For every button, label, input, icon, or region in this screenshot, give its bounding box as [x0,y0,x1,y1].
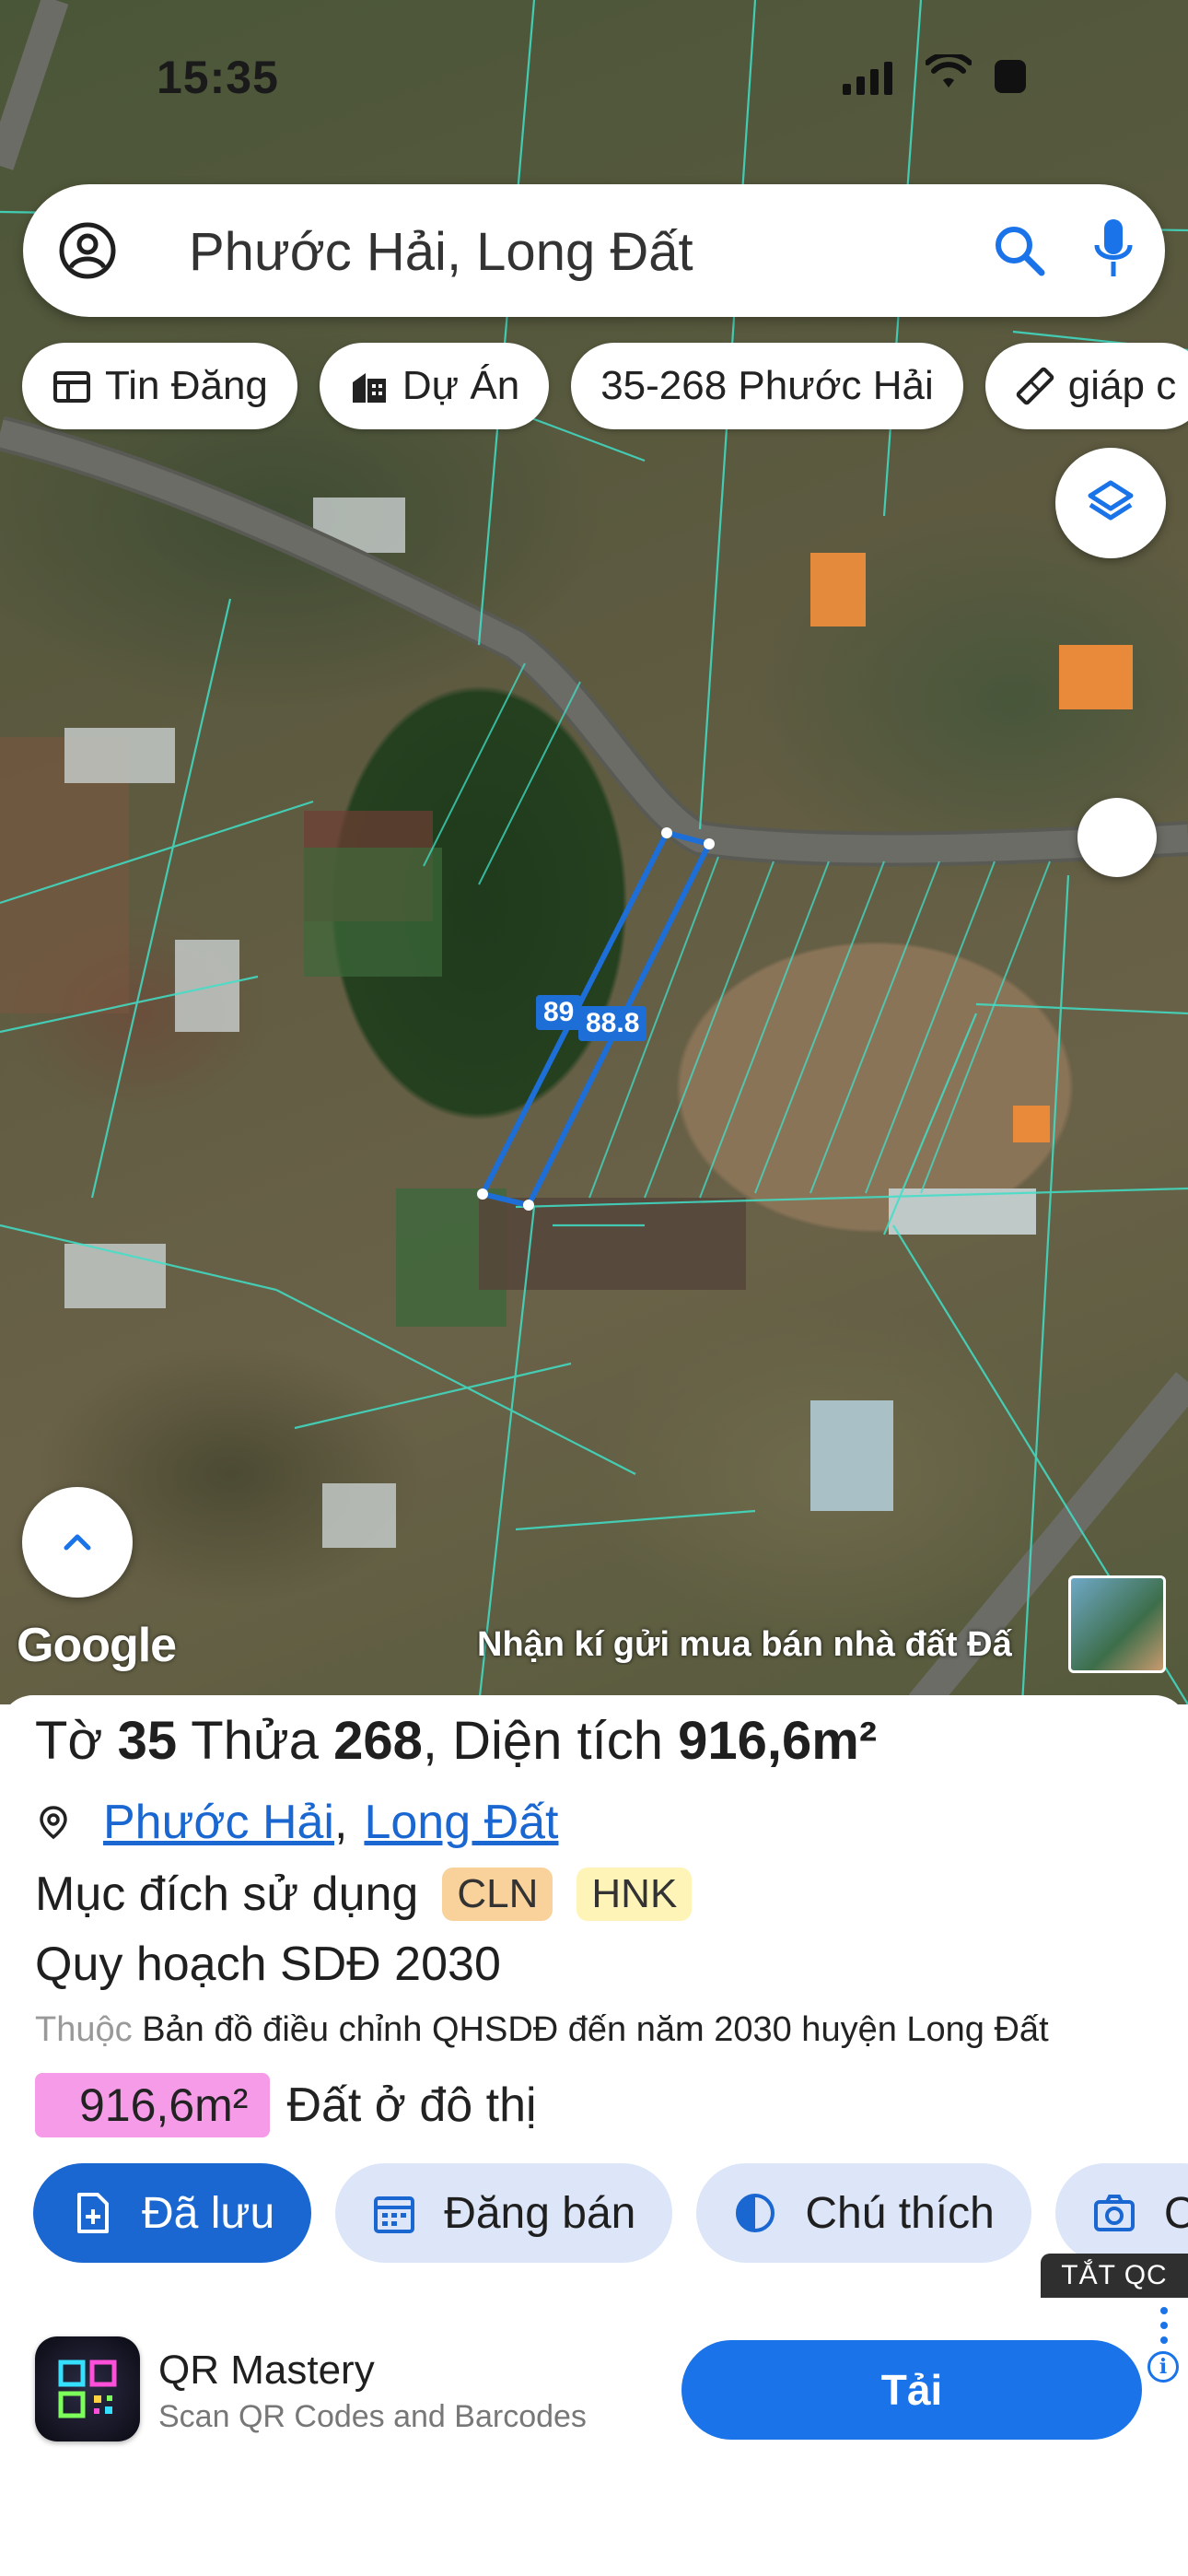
area-value: 916,6m² [678,1711,878,1771]
saved-button[interactable]: Đã lưu [33,2163,312,2263]
parcel-edge-label: 89 [536,995,582,1030]
account-icon[interactable] [58,221,117,280]
location-pin-icon [40,1806,67,1840]
location-row: Phước Hải, Long Đất [35,1795,559,1850]
search-input[interactable]: Phước Hải, Long Đất [189,221,693,283]
chip-parcel[interactable]: 35-268 Phước Hải [571,343,963,429]
chip-tin-dang[interactable]: Tin Đăng [22,343,297,429]
camera-button[interactable]: C [1054,2163,1188,2263]
camera-label: C [1163,2188,1188,2238]
chip-label: Dự Án [402,363,520,408]
ruler-icon [1016,367,1054,405]
filter-chips: Tin Đăng Dự Án 35-268 Phước Hải giáp c [22,343,1188,429]
ad-app-subtitle: Scan QR Codes and Barcodes [158,2399,587,2434]
app-icon[interactable] [35,2336,140,2441]
ad-banner[interactable]: QR Mastery Scan QR Codes and Barcodes Tả… [0,2298,1188,2482]
purpose-label: Mục đích sử dụng [35,1868,419,1921]
chip-label: 35-268 Phước Hải [600,363,934,408]
chip-label: Tin Đăng [105,363,268,408]
chip-label: giáp c [1067,363,1177,408]
title-prefix: Tờ [35,1711,103,1771]
status-bar: 15:35 [0,51,1188,106]
microphone-icon[interactable] [1091,217,1136,282]
wifi-icon [926,54,972,88]
purpose-tag-cln: CLN [442,1868,553,1921]
belongs-text: Bản đồ điều chỉnh QHSDĐ đến năm 2030 huy… [142,2010,1049,2049]
satellite-map[interactable]: 89 88.8 15:35 Phước Hải, Long Đất Tin Đă… [0,0,1188,1704]
plan-heading: Quy hoạch SDĐ 2030 [35,1938,501,1991]
hide-ads-button[interactable]: TẮT QC [1041,2254,1188,2298]
area-label: , Diện tích [422,1711,663,1771]
parcel-edge-label: 88.8 [578,1006,647,1041]
search-icon[interactable] [990,221,1049,280]
ad-info-icon[interactable]: i [1147,2351,1179,2383]
document-add-icon [77,2193,109,2233]
install-button[interactable]: Tải [681,2340,1142,2440]
battery-icon [995,60,1026,93]
chip-adjacent[interactable]: giáp c [984,343,1188,429]
post-sale-button[interactable]: Đăng bán [335,2163,673,2263]
building-icon [352,373,386,403]
calendar-icon [374,2196,415,2233]
map-ad-text[interactable]: Nhận kí gửi mua bán nhà đất Đấ [477,1625,1066,1665]
land-use-purpose: Mục đích sử dụng CLN HNK [35,1867,693,1922]
saved-label: Đã lưu [142,2188,275,2238]
newspaper-icon [53,371,90,403]
parcel-title: Tờ 35 Thửa 268, Diện tích 916,6m² [35,1710,877,1772]
plan-source: Thuộc Bản đồ điều chỉnh QHSDĐ đến năm 20… [35,2010,1049,2050]
ad-menu-icon[interactable] [1159,2307,1170,2344]
contrast-icon [736,2194,775,2232]
map-control-button[interactable] [1077,798,1157,877]
zoning-area-chip: 916,6m² [35,2073,271,2137]
chip-du-an[interactable]: Dự Án [319,343,550,429]
qr-code-icon [58,2359,117,2418]
zoning-area-row: 916,6m² Đất ở đô thị [35,2073,537,2137]
expand-button[interactable] [22,1487,133,1598]
purpose-tag-hnk: HNK [577,1868,693,1921]
chevron-up-icon [64,1534,91,1551]
status-time: 15:35 [157,52,279,103]
parcel-info-sheet: Tờ 35 Thửa 268, Diện tích 916,6m² Phước … [0,1695,1188,2298]
cellular-signal-icon [843,62,892,95]
layers-button[interactable] [1055,448,1166,558]
google-logo: Google [17,1619,177,1672]
bottom-area [0,2482,1188,2576]
camera-icon [1093,2195,1135,2231]
ward-link[interactable]: Phước Hải [103,1795,334,1850]
post-sale-label: Đăng bán [444,2188,636,2238]
zoning-type: Đất ở đô thị [286,2078,537,2132]
ad-app-name[interactable]: QR Mastery [158,2348,375,2394]
layers-icon [1088,480,1134,521]
legend-button[interactable]: Chú thích [696,2163,1031,2263]
belongs-label: Thuộc [35,2010,133,2049]
sheet-number: 35 [117,1711,178,1771]
title-mid: Thửa [191,1711,319,1771]
location-separator: , [334,1796,348,1849]
action-buttons: Đã lưu Đăng bán Chú thích C [33,2163,1188,2263]
map-ad-thumbnail[interactable] [1068,1575,1166,1673]
district-link[interactable]: Long Đất [364,1795,558,1850]
plot-number: 268 [333,1711,423,1771]
legend-label: Chú thích [805,2188,995,2238]
search-bar[interactable]: Phước Hải, Long Đất [23,184,1165,317]
